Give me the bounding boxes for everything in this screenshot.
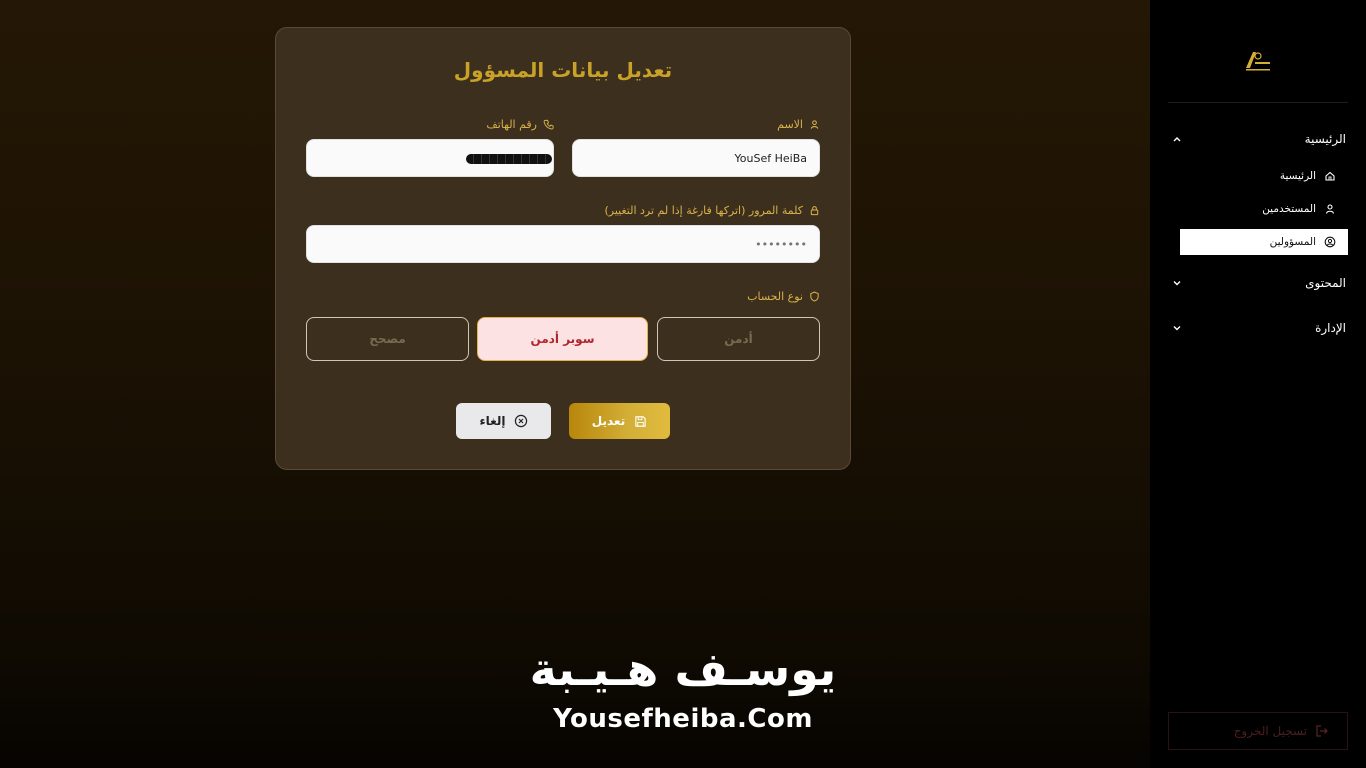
nav-group-management[interactable]: الإدارة [1168, 316, 1348, 340]
sidebar-divider [1168, 102, 1348, 103]
account-type-option-label: سوبر أدمن [530, 332, 595, 346]
home-icon [1324, 170, 1336, 182]
nav-group-label: الرئيسية [1304, 132, 1346, 146]
phone-label: رقم الهاتف [486, 118, 554, 131]
phone-icon [542, 119, 554, 131]
name-input[interactable] [572, 139, 820, 177]
password-label-text: كلمة المرور (اتركها فارغة إذا لم ترد الت… [604, 204, 803, 217]
chevron-down-icon [1170, 321, 1184, 335]
shield-icon [808, 291, 820, 303]
cancel-button[interactable]: إلغاء [456, 403, 551, 439]
account-type-label: نوع الحساب [747, 290, 820, 303]
close-circle-icon [514, 414, 528, 428]
sidebar-item-label: المسؤولين [1269, 236, 1316, 248]
sidebar-item-label: الرئيسية [1279, 170, 1316, 182]
password-input[interactable] [306, 225, 820, 263]
chevron-up-icon [1170, 132, 1184, 146]
account-type-admin[interactable]: أدمن [657, 317, 820, 361]
password-label: كلمة المرور (اتركها فارغة إذا لم ترد الت… [604, 204, 820, 217]
user-icon [1324, 203, 1336, 215]
phone-input[interactable] [306, 139, 554, 177]
save-icon [633, 414, 647, 428]
watermark-english: Yousefheiba.Com [553, 704, 813, 734]
account-type-label-text: نوع الحساب [747, 290, 803, 303]
nav-group-label: المحتوى [1305, 276, 1346, 290]
lock-icon [808, 205, 820, 217]
user-circle-icon [1324, 236, 1336, 248]
page-title: تعديل بيانات المسؤول [453, 58, 673, 82]
name-label-text: الاسم [777, 118, 803, 131]
watermark-arabic: يوسـف هـيـبة [529, 642, 837, 696]
nav-group-label: الإدارة [1315, 321, 1346, 335]
nav-group-content[interactable]: المحتوى [1168, 271, 1348, 295]
nav-group-home[interactable]: الرئيسية [1168, 127, 1348, 151]
edit-button[interactable]: تعديل [569, 403, 670, 439]
chevron-down-icon [1170, 276, 1184, 290]
sidebar-item-users[interactable]: المستخدمين [1180, 196, 1348, 222]
edit-admin-card: تعديل بيانات المسؤول الاسم رقم الهاتف كل… [275, 27, 851, 470]
user-icon [808, 119, 820, 131]
sidebar-item-admins[interactable]: المسؤولين [1180, 229, 1348, 255]
cancel-button-label: إلغاء [479, 414, 506, 428]
account-type-corrector[interactable]: مصحح [306, 317, 469, 361]
account-type-option-label: أدمن [724, 332, 753, 346]
phone-label-text: رقم الهاتف [486, 118, 537, 131]
sidebar-item-home[interactable]: الرئيسية [1180, 163, 1348, 189]
logo [1242, 46, 1272, 76]
edit-button-label: تعديل [591, 414, 626, 428]
sidebar-item-label: المستخدمين [1262, 203, 1316, 215]
account-type-super-admin[interactable]: سوبر أدمن [477, 317, 648, 361]
name-label: الاسم [777, 118, 820, 131]
account-type-option-label: مصحح [369, 332, 406, 346]
